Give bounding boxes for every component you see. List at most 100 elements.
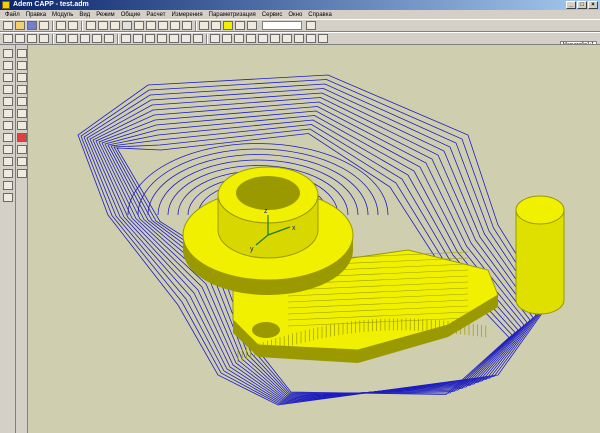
snap-int-icon[interactable] <box>17 97 27 106</box>
delete-icon[interactable] <box>169 34 179 43</box>
snap-icon[interactable] <box>17 49 27 58</box>
tool-icon[interactable] <box>56 34 66 43</box>
revolve-icon[interactable] <box>234 34 244 43</box>
toolpath-icon[interactable] <box>80 34 90 43</box>
3d-viewport[interactable]: x z y <box>28 45 600 433</box>
scale-icon[interactable] <box>3 133 13 142</box>
main-toolbar: Масштаб=1:1 <box>0 19 600 49</box>
menu-mode[interactable]: Режим <box>93 12 118 18</box>
menu-view[interactable]: Вид <box>76 12 93 18</box>
zoom-icon[interactable] <box>86 21 96 30</box>
text-icon[interactable] <box>3 145 13 154</box>
menu-window[interactable]: Окно <box>285 12 305 18</box>
title-bar: Adem CAPP - test.adm _ □ × <box>0 0 600 10</box>
clear-icon[interactable] <box>157 34 167 43</box>
fit-icon[interactable] <box>122 21 132 30</box>
boolean-icon[interactable] <box>270 34 280 43</box>
rotate-icon[interactable] <box>134 21 144 30</box>
pan-icon[interactable] <box>110 21 120 30</box>
spline-icon[interactable] <box>3 181 13 190</box>
circle-icon[interactable] <box>3 73 13 82</box>
menu-file[interactable]: Файл <box>2 12 23 18</box>
copy-icon[interactable] <box>27 34 37 43</box>
stop-icon[interactable] <box>17 133 27 142</box>
axis-z-label: z <box>264 208 268 215</box>
layer-select[interactable] <box>262 21 302 30</box>
section-icon[interactable] <box>306 34 316 43</box>
cam-icon[interactable] <box>3 34 13 43</box>
snap-end-icon[interactable] <box>17 61 27 70</box>
layer-down-icon[interactable] <box>133 34 143 43</box>
save-icon[interactable] <box>27 21 37 30</box>
bolt-hole <box>252 322 280 338</box>
grid-icon[interactable] <box>247 21 257 30</box>
menu-service[interactable]: Сервис <box>259 12 286 18</box>
view-top-icon[interactable] <box>158 21 168 30</box>
secondary-toolbar <box>0 32 600 45</box>
trim-icon[interactable] <box>3 85 13 94</box>
layer-icon[interactable] <box>306 21 316 30</box>
select-icon[interactable] <box>15 34 25 43</box>
render-icon[interactable] <box>318 34 328 43</box>
menu-general[interactable]: Общие <box>118 12 144 18</box>
line-icon[interactable] <box>3 49 13 58</box>
wireframe-icon[interactable] <box>211 21 221 30</box>
extrude-icon[interactable] <box>222 34 232 43</box>
view-iso-icon[interactable] <box>182 21 192 30</box>
left-toolbar <box>0 45 16 433</box>
window-title: Adem CAPP - test.adm <box>13 1 89 8</box>
menu-module[interactable]: Модуль <box>49 12 76 18</box>
dimension-icon[interactable] <box>3 169 13 178</box>
bore <box>236 176 300 210</box>
view-side-icon[interactable] <box>170 21 180 30</box>
mirror-icon[interactable] <box>282 34 292 43</box>
polar-icon[interactable] <box>17 169 27 178</box>
rotate-tool-icon[interactable] <box>3 121 13 130</box>
measure-icon[interactable] <box>104 34 114 43</box>
axis-x-label: x <box>292 225 296 232</box>
view-front-icon[interactable] <box>146 21 156 30</box>
solid-icon[interactable] <box>223 21 233 30</box>
paste-icon[interactable] <box>39 34 49 43</box>
chamfer-icon[interactable] <box>246 34 256 43</box>
info-icon[interactable] <box>193 34 203 43</box>
zoom-window-icon[interactable] <box>98 21 108 30</box>
menu-calc[interactable]: Расчет <box>143 12 168 18</box>
menu-edit[interactable]: Правка <box>23 12 49 18</box>
minimize-icon[interactable]: _ <box>566 1 576 9</box>
cs-icon[interactable] <box>145 34 155 43</box>
simulate-icon[interactable] <box>92 34 102 43</box>
array-icon[interactable] <box>294 34 304 43</box>
properties-icon[interactable] <box>181 34 191 43</box>
redo-icon[interactable] <box>68 21 78 30</box>
offset-icon[interactable] <box>3 97 13 106</box>
point-icon[interactable] <box>3 193 13 202</box>
grid-snap-icon[interactable] <box>17 157 27 166</box>
arc-icon[interactable] <box>3 61 13 70</box>
ortho-icon[interactable] <box>17 145 27 154</box>
fillet-icon[interactable] <box>258 34 268 43</box>
menu-measure[interactable]: Измерения <box>169 12 206 18</box>
menu-param[interactable]: Параметризация <box>206 12 259 18</box>
move-icon[interactable] <box>3 109 13 118</box>
snap-tan-icon[interactable] <box>17 121 27 130</box>
undo-icon[interactable] <box>56 21 66 30</box>
snap-center-icon[interactable] <box>17 85 27 94</box>
operation-icon[interactable] <box>68 34 78 43</box>
snap-perp-icon[interactable] <box>17 109 27 118</box>
layer-up-icon[interactable] <box>121 34 131 43</box>
hidden-line-icon[interactable] <box>235 21 245 30</box>
sketch-icon[interactable] <box>210 34 220 43</box>
open-file-icon[interactable] <box>15 21 25 30</box>
close-icon[interactable]: × <box>588 1 598 9</box>
print-icon[interactable] <box>39 21 49 30</box>
menu-help[interactable]: Справка <box>305 12 335 18</box>
new-file-icon[interactable] <box>3 21 13 30</box>
hatch-icon[interactable] <box>3 157 13 166</box>
maximize-icon[interactable]: □ <box>577 1 587 9</box>
snap-mid-icon[interactable] <box>17 73 27 82</box>
cylinder-body <box>515 209 565 315</box>
app-icon[interactable] <box>2 1 10 9</box>
cam-scene: x z y <box>28 45 600 433</box>
shade-icon[interactable] <box>199 21 209 30</box>
